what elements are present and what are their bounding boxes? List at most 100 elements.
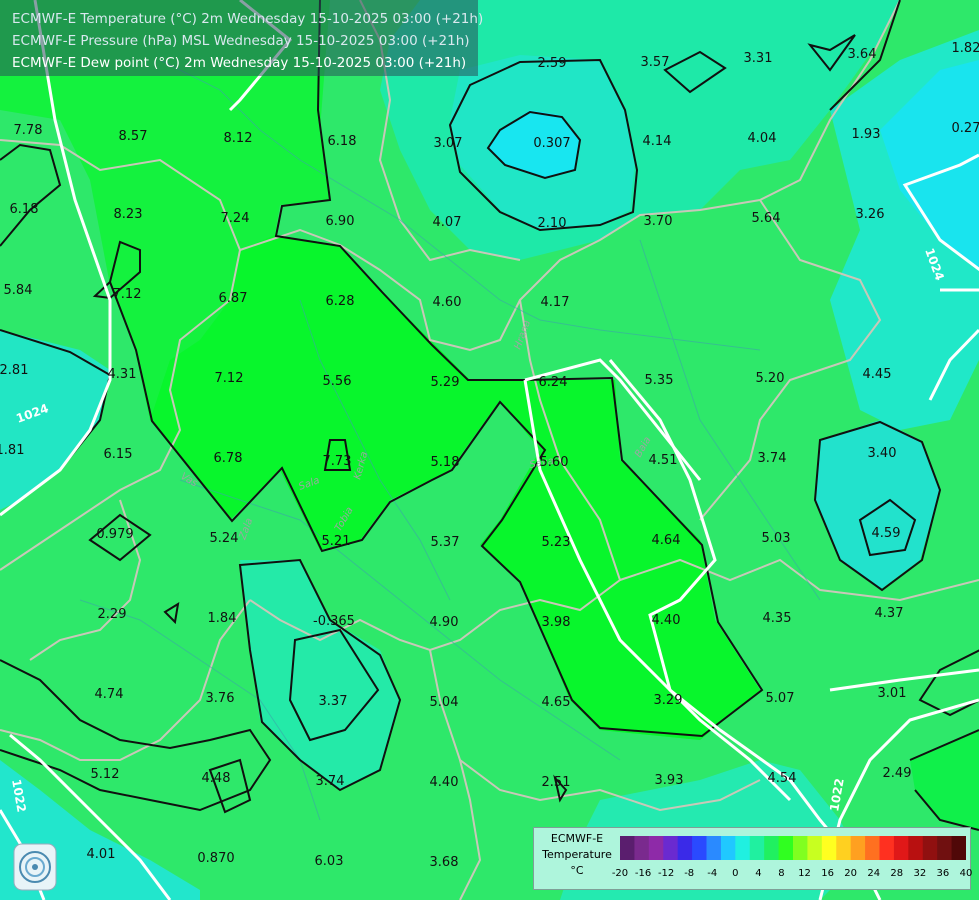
station-value: 6.15 <box>104 447 133 462</box>
legend-swatch <box>620 836 635 860</box>
station-value: 5.21 <box>322 534 351 549</box>
station-value: 3.70 <box>644 214 673 229</box>
station-value: 4.59 <box>872 526 901 541</box>
station-value: 3.64 <box>848 47 877 62</box>
station-value: 3.01 <box>878 686 907 701</box>
title-dewpoint: ECMWF-E Dew point (°C) 2m Wednesday 15-1… <box>12 55 467 71</box>
station-value: 7.12 <box>113 287 142 302</box>
legend-swatch <box>648 836 664 860</box>
station-value: 1.93 <box>852 127 881 142</box>
station-value: 6.03 <box>315 854 344 869</box>
station-value: 0.27 <box>952 121 979 136</box>
station-value: 3.26 <box>856 207 885 222</box>
station-value: 4.60 <box>433 295 462 310</box>
station-value: -0.365 <box>313 614 355 629</box>
station-value: 5.24 <box>210 531 239 546</box>
station-value: 4.37 <box>875 606 904 621</box>
station-value: 3.31 <box>744 51 773 66</box>
station-value: 4.90 <box>430 615 459 630</box>
station-value: 5.18 <box>431 455 460 470</box>
legend-swatch <box>677 836 693 860</box>
station-value: 2.59 <box>538 56 567 71</box>
station-value: 5.56 <box>323 374 352 389</box>
legend-swatch <box>836 836 852 860</box>
station-value: 7.78 <box>14 123 43 138</box>
legend-tick-label: -4 <box>707 868 718 879</box>
station-value: 5.84 <box>4 283 33 298</box>
station-value: 4.01 <box>87 847 116 862</box>
station-value: 2.10 <box>538 216 567 231</box>
station-value: 5.37 <box>431 535 460 550</box>
station-value: 6.28 <box>326 294 355 309</box>
station-value: 0.870 <box>197 851 234 866</box>
station-value: 6.87 <box>219 291 248 306</box>
station-value: 7.24 <box>221 211 250 226</box>
legend-swatch <box>764 836 780 860</box>
legend-swatch <box>922 836 938 860</box>
legend-tick-label: 32 <box>913 868 927 879</box>
legend-tick-label: 8 <box>778 868 785 879</box>
station-value: 5.12 <box>91 767 120 782</box>
legend-swatch <box>720 836 736 860</box>
station-value: 2.29 <box>98 607 127 622</box>
station-value: 1.81 <box>0 443 24 458</box>
station-value: 3.74 <box>316 774 345 789</box>
station-value: 3.57 <box>641 55 670 70</box>
legend-swatch <box>879 836 895 860</box>
legend-tick-label: 28 <box>890 868 904 879</box>
station-value: 8.12 <box>224 131 253 146</box>
station-value: 3.40 <box>868 446 897 461</box>
legend-model: ECMWF-E <box>550 832 604 845</box>
station-value: 4.07 <box>433 215 462 230</box>
station-value: 8.57 <box>119 129 148 144</box>
legend-colorbar <box>620 836 966 860</box>
legend-swatch <box>663 836 679 860</box>
station-value: 4.45 <box>863 367 892 382</box>
station-value: 4.65 <box>542 695 571 710</box>
legend-tick-label: 0 <box>732 868 739 879</box>
station-value: 2.51 <box>542 775 571 790</box>
station-value: 4.51 <box>649 453 678 468</box>
station-value: 5.23 <box>542 535 571 550</box>
station-value: 6.18 <box>328 134 357 149</box>
legend-swatch <box>692 836 707 860</box>
weather-map[interactable]: 1024 1024 1022 1022 Zala Vas Sala Tobia … <box>0 0 979 900</box>
station-value: 2.81 <box>0 363 28 378</box>
legend-swatch <box>706 836 722 860</box>
station-value: 4.40 <box>652 613 681 628</box>
legend-swatch <box>850 836 866 860</box>
legend-swatch <box>793 836 808 860</box>
legend-swatch <box>937 836 953 860</box>
legend-tick-label: 4 <box>755 868 762 879</box>
station-value: 6.24 <box>539 375 568 390</box>
station-value: 3.29 <box>654 693 683 708</box>
legend-tick-label: 16 <box>821 868 834 879</box>
legend-tick-label: 20 <box>844 868 858 879</box>
logo-icon <box>13 843 57 891</box>
legend: ECMWF-E Temperature °C -20 -16 -12 -8 -4 0 4 8 1… <box>533 827 972 890</box>
station-value: 4.54 <box>768 771 797 786</box>
station-value: 5.07 <box>766 691 795 706</box>
legend-tick-label: -16 <box>634 868 652 879</box>
legend-tick-label: -12 <box>657 868 675 879</box>
station-value: 4.64 <box>652 533 681 548</box>
title-pressure: ECMWF-E Pressure (hPa) MSL Wednesday 15-… <box>12 33 470 49</box>
station-value: 5.20 <box>756 371 785 386</box>
station-value: 1.82 <box>952 41 979 56</box>
legend-swatch <box>735 836 751 860</box>
legend-swatch <box>893 836 909 860</box>
station-value: 3.98 <box>542 615 571 630</box>
legend-swatch <box>908 836 924 860</box>
station-value: 3.93 <box>655 773 684 788</box>
station-value: 0.979 <box>96 527 133 542</box>
station-value: 4.48 <box>202 771 231 786</box>
title-temperature: ECMWF-E Temperature (°C) 2m Wednesday 15… <box>12 11 484 27</box>
station-value: 4.74 <box>95 687 124 702</box>
legend-tick-label: -20 <box>611 868 629 879</box>
station-value: 6.18 <box>10 202 39 217</box>
station-value: 6.90 <box>326 214 355 229</box>
station-value: 4.40 <box>430 775 459 790</box>
station-value: 3.37 <box>319 694 348 709</box>
station-value: 5.60 <box>540 455 569 470</box>
station-value: 4.31 <box>108 367 137 382</box>
